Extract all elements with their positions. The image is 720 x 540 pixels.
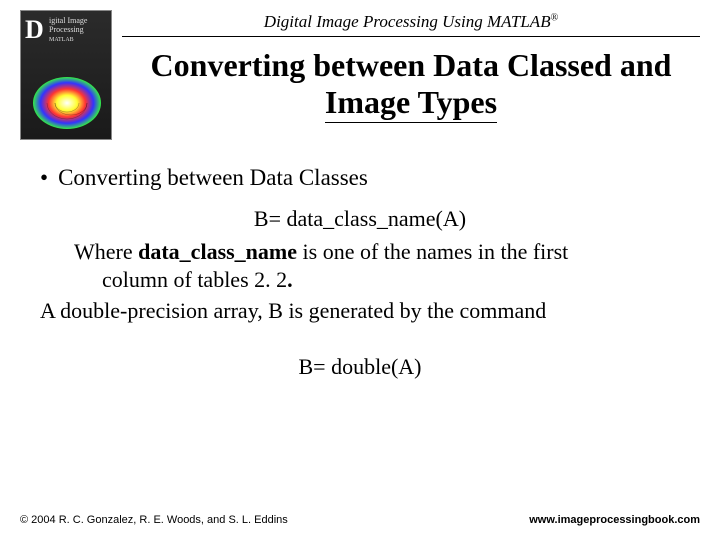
content-area: • Converting between Data Classes B= dat… — [20, 164, 700, 380]
para-rest-2: column of tables 2. 2 — [102, 267, 287, 292]
title-line-2: Image Types — [325, 84, 497, 123]
title-line-2-text: Image Types — [325, 84, 497, 123]
slide: D igital Image Processing MATLAB — [0, 0, 720, 540]
title-line-1: Converting between Data Classed and — [151, 47, 672, 83]
footer: © 2004 R. C. Gonzalez, R. E. Woods, and … — [20, 514, 700, 526]
bullet-dot-icon: • — [40, 164, 48, 193]
cover-letter-d: D — [25, 15, 44, 45]
cover-title-line1: igital Image — [49, 16, 87, 25]
para-lead: Where — [74, 239, 138, 264]
cover-title-text: igital Image Processing MATLAB — [49, 17, 87, 43]
formula-2: B= double(A) — [40, 353, 680, 381]
para-dot: . — [287, 267, 293, 292]
copyright-text: © 2004 R. C. Gonzalez, R. E. Woods, and … — [20, 514, 288, 526]
formula-1: B= data_class_name(A) — [40, 205, 680, 233]
running-head-text: Digital Image Processing Using MATLAB — [264, 12, 551, 31]
paragraph-2: A double-precision array, B is generated… — [40, 297, 680, 325]
para-rest-2-line: column of tables 2. 2. — [74, 266, 680, 294]
book-cover-thumbnail: D igital Image Processing MATLAB — [20, 10, 112, 140]
para-bold-term: data_class_name — [138, 239, 297, 264]
bullet-item: • Converting between Data Classes — [40, 164, 680, 193]
footer-url: www.imageprocessingbook.com — [529, 514, 700, 526]
registered-mark: ® — [551, 12, 559, 23]
cover-art-icon — [29, 73, 105, 133]
para-rest-1: is one of the names in the first — [297, 239, 568, 264]
cover-matlab: MATLAB — [49, 37, 74, 43]
bullet-text: Converting between Data Classes — [58, 164, 368, 193]
running-head: Digital Image Processing Using MATLAB® — [122, 12, 700, 37]
paragraph-1: Where data_class_name is one of the name… — [74, 238, 680, 293]
header-text-area: Digital Image Processing Using MATLAB® C… — [122, 10, 700, 127]
header-row: D igital Image Processing MATLAB — [20, 10, 700, 140]
cover-title-line2: Processing — [49, 25, 84, 34]
page-title: Converting between Data Classed and Imag… — [122, 47, 700, 127]
